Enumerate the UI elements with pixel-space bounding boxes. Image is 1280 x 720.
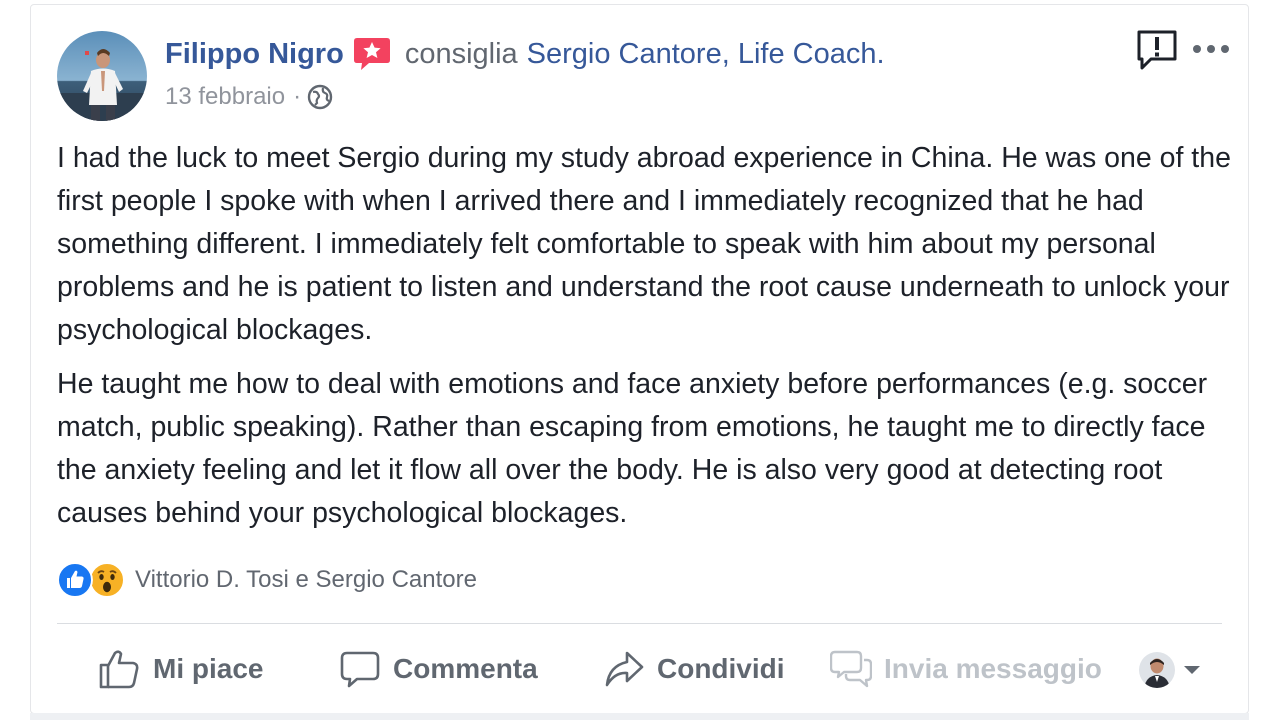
comment-button[interactable]: Commenta (339, 646, 538, 692)
like-button[interactable]: Mi piace (97, 646, 263, 692)
send-message-label: Invia messaggio (884, 653, 1102, 684)
report-icon[interactable] (1134, 27, 1180, 73)
post-date-link[interactable]: 13 febbraio (165, 83, 285, 111)
page-avatar (1139, 652, 1175, 688)
thumbs-up-icon (99, 650, 139, 689)
card-shadow (30, 713, 1249, 720)
author-name-link[interactable]: Filippo Nigro (165, 38, 344, 71)
reactors-names[interactable]: Vittorio D. Tosi e Sergio Cantore (135, 566, 477, 594)
post-paragraph: I had the luck to meet Sergio during my … (57, 142, 1231, 346)
chevron-down-icon (1184, 666, 1200, 674)
globe-icon[interactable] (307, 84, 333, 110)
comment-label: Commenta (393, 653, 538, 684)
actions-divider (57, 623, 1222, 624)
comment-bubble-icon (340, 651, 380, 688)
like-reaction-icon (57, 562, 93, 598)
share-label: Condividi (657, 653, 785, 684)
meta-separator: · (293, 83, 302, 110)
recommended-page-link[interactable]: Sergio Cantore, Life Coach. (527, 38, 885, 71)
reactions-summary[interactable]: Vittorio D. Tosi e Sergio Cantore (57, 560, 477, 600)
interact-as-selector[interactable] (1139, 652, 1201, 688)
send-message-button[interactable]: Invia messaggio (830, 646, 1102, 692)
author-avatar[interactable] (57, 31, 147, 121)
post-text: I had the luck to meet Sergio during my … (57, 137, 1232, 535)
post-paragraph: He taught me how to deal with emotions a… (57, 368, 1208, 529)
wow-reaction-icon (89, 562, 125, 598)
recommends-text: consiglia (404, 37, 518, 70)
share-arrow-icon (605, 651, 644, 687)
post-meta: 13 febbraio · (165, 80, 333, 114)
post-header-line: Filippo Nigro consiglia Sergio Cantore, … (165, 34, 885, 74)
share-button[interactable]: Condividi (603, 646, 785, 692)
more-options-icon[interactable] (1190, 34, 1232, 64)
like-label: Mi piace (153, 653, 264, 684)
recommendation-star-icon (353, 35, 391, 73)
messages-icon (830, 650, 872, 688)
page: Filippo Nigro consiglia Sergio Cantore, … (0, 0, 1280, 720)
